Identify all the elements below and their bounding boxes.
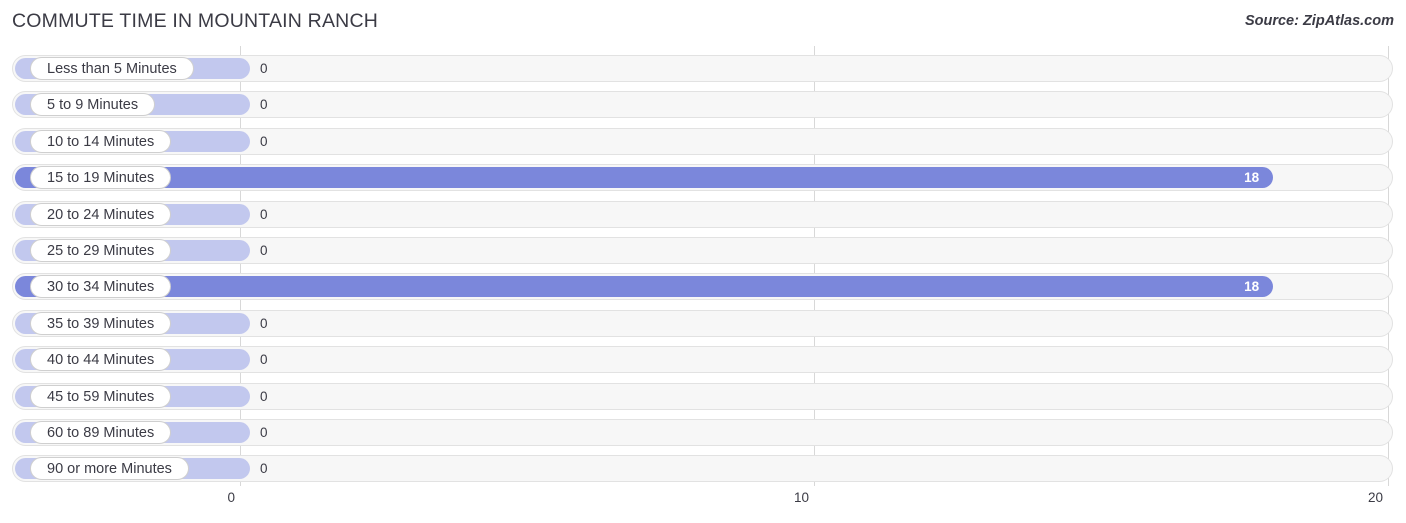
bar-value-label: 18	[1244, 170, 1260, 186]
bar-value-label: 0	[260, 425, 268, 440]
page-title: COMMUTE TIME IN MOUNTAIN RANCH	[12, 10, 379, 32]
bar-row[interactable]: 0 5 to 9 Minutes	[12, 91, 1393, 119]
bar-value-label: 0	[260, 243, 268, 258]
bar-value	[15, 167, 1274, 189]
category-label: 40 to 44 Minutes	[30, 348, 172, 372]
category-label: 35 to 39 Minutes	[30, 311, 172, 335]
category-label: 5 to 9 Minutes	[30, 93, 156, 117]
bar-value-label: 18	[1244, 279, 1260, 295]
x-tick-label: 20	[1367, 490, 1383, 505]
bar-row[interactable]: 0 45 to 59 Minutes	[12, 382, 1393, 410]
x-axis: 0 10 20	[0, 486, 1406, 523]
x-tick-label: 0	[227, 490, 235, 505]
chart-plot-area: 0 Less than 5 Minutes 0 5 to 9 Minutes 0 10 t…	[0, 46, 1406, 486]
category-label: 30 to 34 Minutes	[30, 275, 172, 299]
bar-value-label: 0	[260, 352, 268, 368]
bar-row[interactable]: 0 35 to 39 Minutes	[12, 309, 1393, 337]
bar-row[interactable]: 18 15 to 19 Minutes	[12, 164, 1393, 192]
x-tick-label: 10	[793, 490, 809, 505]
chart-header: COMMUTE TIME IN MOUNTAIN RANCH Source: Z…	[0, 0, 1406, 46]
category-label: 60 to 89 Minutes	[30, 421, 172, 444]
bar-value-label: 0	[260, 388, 268, 404]
bar-row[interactable]: 0 25 to 29 Minutes	[12, 237, 1393, 264]
bar-row[interactable]: 18 30 to 34 Minutes	[12, 273, 1393, 301]
bar-value-label: 0	[260, 461, 268, 477]
bar-row[interactable]: 0 20 to 24 Minutes	[12, 200, 1393, 228]
category-label: 25 to 29 Minutes	[30, 239, 172, 262]
category-label: Less than 5 Minutes	[30, 57, 194, 80]
bar-value-label: 0	[260, 97, 268, 113]
bar-value-label: 0	[260, 206, 268, 222]
category-label: 20 to 24 Minutes	[30, 202, 172, 226]
category-label: 10 to 14 Minutes	[30, 129, 172, 153]
bar-value-label: 0	[260, 61, 268, 76]
bar-row[interactable]: 0 60 to 89 Minutes	[12, 419, 1393, 446]
bar-row[interactable]: 0 Less than 5 Minutes	[12, 55, 1393, 82]
bar-value-label: 0	[260, 133, 268, 149]
bar-row[interactable]: 0 40 to 44 Minutes	[12, 346, 1393, 374]
category-label: 15 to 19 Minutes	[30, 166, 172, 190]
bar-value-label: 0	[260, 315, 268, 331]
bar-row[interactable]: 0 10 to 14 Minutes	[12, 127, 1393, 155]
category-label: 45 to 59 Minutes	[30, 384, 172, 408]
source-attribution: Source: ZipAtlas.com	[1244, 13, 1394, 29]
category-label: 90 or more Minutes	[30, 457, 189, 481]
bar-rows: 0 Less than 5 Minutes 0 5 to 9 Minutes 0 10 t…	[0, 46, 1406, 486]
bar-row[interactable]: 0 90 or more Minutes	[12, 455, 1393, 483]
bar-value	[15, 276, 1274, 298]
